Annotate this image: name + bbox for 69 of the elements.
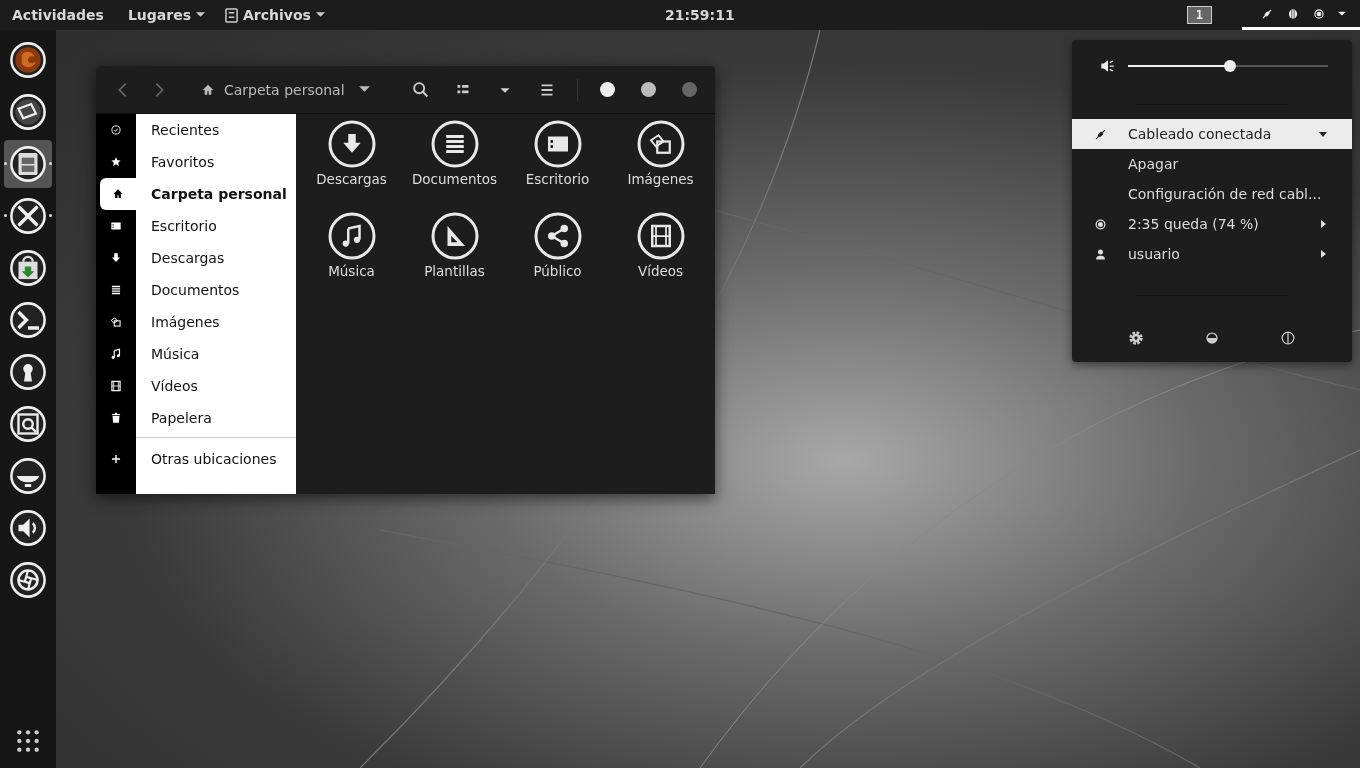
lamp-icon <box>9 457 47 495</box>
top-bar-menu[interactable]: Archivos <box>214 0 335 30</box>
magnifier-icon <box>9 405 47 443</box>
sidebar-item[interactable]: Recientes <box>96 114 296 146</box>
shopping-bag-icon <box>9 249 47 287</box>
menu-item[interactable]: Cableado conectada <box>1072 119 1352 149</box>
down-arrow-icon <box>109 251 123 265</box>
tools-icon <box>9 197 47 235</box>
caret-icon <box>315 12 325 18</box>
speaker-icon <box>9 509 47 547</box>
trash-icon <box>109 411 123 425</box>
ring-icon <box>1092 216 1108 232</box>
plus-icon <box>109 452 123 466</box>
photos-icon <box>109 315 123 329</box>
caret-icon <box>358 86 370 93</box>
workspace-indicator[interactable]: 1 <box>1186 6 1212 24</box>
path-button[interactable]: Carpeta personal <box>194 80 376 99</box>
folder-item[interactable]: Público <box>506 212 609 304</box>
sidebar-item[interactable]: Papelera <box>96 402 296 434</box>
dock-app[interactable] <box>4 140 52 188</box>
sidebar-item[interactable]: Imágenes <box>96 306 296 338</box>
activities-button[interactable]: Actividades <box>0 0 114 30</box>
share-icon <box>533 212 582 260</box>
clock-icon <box>109 123 123 137</box>
folder-item[interactable]: Documentos <box>403 120 506 212</box>
minimize-button[interactable] <box>682 82 697 97</box>
folder-item[interactable]: Plantillas <box>403 212 506 304</box>
aperture-icon <box>9 561 47 599</box>
cabinet-icon <box>224 7 238 23</box>
photos-icon <box>636 120 685 168</box>
sidebar-item[interactable]: Favoritos <box>96 146 296 178</box>
caret-icon <box>1338 10 1346 17</box>
top-bar-menu[interactable]: Lugares <box>117 0 215 30</box>
sidebar-item[interactable]: Descargas <box>96 242 296 274</box>
caret-icon <box>195 12 205 18</box>
music-note-icon <box>327 212 376 260</box>
lines-icon <box>109 283 123 297</box>
sidebar-item[interactable]: Carpeta personal <box>96 178 296 210</box>
cabinet-icon <box>9 145 47 183</box>
menu-item[interactable]: 2:35 queda (74 %) <box>1072 209 1352 239</box>
folder-item[interactable]: Música <box>300 212 403 304</box>
folder-item[interactable]: Descargas <box>300 120 403 212</box>
sidebar-item[interactable]: Documentos <box>96 274 296 306</box>
window-icon <box>533 120 582 168</box>
folder-item[interactable]: Vídeos <box>609 212 712 304</box>
sidebar-item[interactable]: Vídeos <box>96 370 296 402</box>
app-grid-icon[interactable] <box>15 728 41 754</box>
film-icon <box>109 379 123 393</box>
star-icon <box>109 155 123 169</box>
caret-icon <box>1318 129 1328 139</box>
film-icon <box>636 212 685 260</box>
folder-item[interactable]: Escritorio <box>506 120 609 212</box>
sidebar-item[interactable]: Música <box>96 338 296 370</box>
keyhole-icon <box>9 353 47 391</box>
home-icon <box>111 187 125 201</box>
sidebar-item[interactable]: Otras ubicaciones <box>96 443 296 475</box>
close-button[interactable] <box>600 82 615 97</box>
menu-item[interactable]: Configuración de red cabl... <box>1072 179 1352 209</box>
maximize-button[interactable] <box>641 82 656 97</box>
menu-item[interactable]: usuario <box>1072 239 1352 269</box>
clock[interactable]: 21:59:11 <box>653 0 745 30</box>
submenu-arrow-icon <box>1318 219 1328 229</box>
terminal-icon <box>9 301 47 339</box>
lines-icon <box>430 120 479 168</box>
submenu-arrow-icon <box>1318 249 1328 259</box>
menu-item[interactable]: Apagar <box>1072 149 1352 179</box>
music-note-icon <box>109 347 123 361</box>
folder-item[interactable]: Imágenes <box>609 120 712 212</box>
sidebar-item[interactable]: Escritorio <box>96 210 296 242</box>
